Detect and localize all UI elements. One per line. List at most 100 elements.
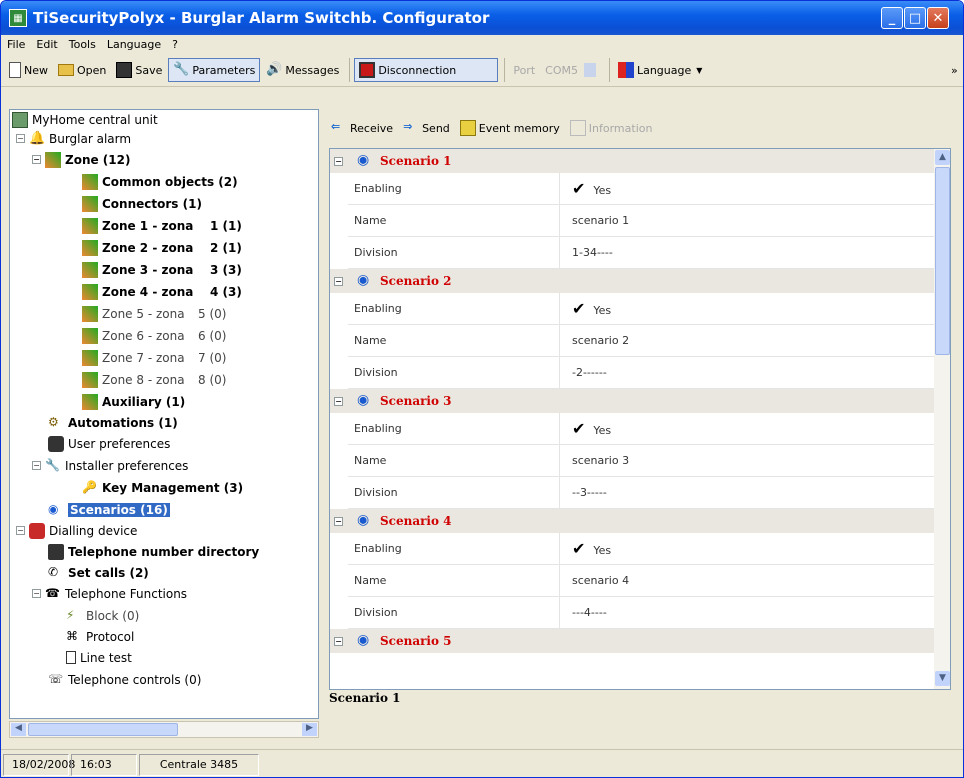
dropdown-arrow-icon (583, 63, 596, 77)
information-button[interactable]: Information (566, 116, 657, 140)
tree-item-root[interactable]: MyHome central unit (12, 110, 158, 129)
tree-item-set-calls[interactable]: ✆ Set calls (2) (48, 563, 149, 582)
collapse-icon[interactable]: − (334, 396, 343, 406)
property-row[interactable]: Division -2------ (348, 357, 934, 389)
scenario-icon: ◉ (48, 501, 59, 516)
tree-item-installer-preferences[interactable]: − 🔧 Installer preferences (32, 456, 188, 475)
scenario-division-value[interactable]: -2------ (560, 366, 607, 379)
tree-item-auxiliary[interactable]: Auxiliary (1) (82, 392, 185, 411)
tree-item-common-objects[interactable]: Common objects (2) (82, 172, 238, 191)
tree-item-zone-7[interactable]: Zone 7 - zona 7 (0) (82, 348, 308, 367)
parameters-button[interactable]: 🔧 Parameters (168, 58, 261, 82)
property-row[interactable]: Division --3----- (348, 477, 934, 509)
collapse-icon[interactable]: − (334, 276, 343, 286)
tree-item-zone-4[interactable]: Zone 4 - zona 4 (3) (82, 282, 308, 301)
new-label: New (24, 63, 48, 77)
collapse-icon[interactable]: − (334, 516, 343, 526)
disconnection-button[interactable]: Disconnection (354, 58, 499, 82)
property-row[interactable]: Name scenario 4 (348, 565, 934, 597)
collapse-icon[interactable]: − (32, 155, 41, 164)
property-row[interactable]: Division ---4---- (348, 597, 934, 629)
property-row[interactable]: Name scenario 1 (348, 205, 934, 237)
tree-item-automations[interactable]: ⚙ Automations (1) (48, 413, 178, 432)
tree-item-telephone-directory[interactable]: Telephone number directory (48, 542, 259, 561)
tree-item-key-management[interactable]: 🔑 Key Management (3) (82, 478, 243, 497)
tree-item-telephone-controls[interactable]: ☏ Telephone controls (0) (48, 670, 201, 689)
tree-item-connectors[interactable]: Connectors (1) (82, 194, 202, 213)
scenario-header[interactable]: − ◉ Scenario 3 (330, 389, 934, 413)
property-row[interactable]: Enabling ✔ Yes (348, 413, 934, 445)
property-row[interactable]: Enabling ✔ Yes (348, 533, 934, 565)
tree-item-zone-5[interactable]: Zone 5 - zona 5 (0) (82, 304, 308, 323)
tree-item-user-preferences[interactable]: User preferences (48, 434, 170, 453)
property-row[interactable]: Enabling ✔ Yes (348, 293, 934, 325)
scroll-thumb[interactable] (935, 167, 950, 355)
scenario-name-value[interactable]: scenario 1 (560, 214, 629, 227)
title-bar[interactable]: ▦ TiSecurityPolyx - Burglar Alarm Switch… (1, 1, 963, 35)
tree-item-zone-1[interactable]: Zone 1 - zona 1 (1) (82, 216, 308, 235)
scroll-thumb[interactable] (28, 723, 178, 736)
menu-language[interactable]: Language (107, 38, 161, 51)
menu-help[interactable]: ? (172, 38, 178, 51)
tree-item-dialling-device[interactable]: − Dialling device (16, 521, 137, 540)
scroll-right-icon[interactable]: ▶ (302, 723, 317, 736)
receive-button[interactable]: ⇐ Receive (327, 116, 397, 140)
tree-item-block[interactable]: ⚡ Block (0) (66, 606, 139, 625)
collapse-icon[interactable]: − (16, 134, 25, 143)
wrench-icon: 🔧 (45, 457, 60, 472)
close-button[interactable]: ✕ (927, 7, 949, 29)
scroll-left-icon[interactable]: ◀ (11, 723, 26, 736)
tree-item-zone-8[interactable]: Zone 8 - zona 8 (0) (82, 370, 308, 389)
tree-item-protocol[interactable]: ⌘ Protocol (66, 627, 134, 646)
language-button[interactable]: Language ▼ (614, 58, 706, 82)
minimize-button[interactable]: _ (881, 7, 903, 29)
tree-item-zone[interactable]: − Zone (12) (32, 150, 130, 169)
tree-item-burglar-alarm[interactable]: − 🔔 Burglar alarm (16, 129, 131, 148)
tree-item-zone-2[interactable]: Zone 2 - zona 2 (1) (82, 238, 308, 257)
tree-item-telephone-functions[interactable]: − ☎ Telephone Functions (32, 584, 187, 603)
scenario-header[interactable]: − ◉ Scenario 5 (330, 629, 934, 653)
scenario-header[interactable]: − ◉ Scenario 1 (330, 149, 934, 173)
collapse-icon[interactable]: − (32, 589, 41, 598)
scenario-division-value[interactable]: --3----- (560, 486, 607, 499)
property-row[interactable]: Division 1-34---- (348, 237, 934, 269)
dialler-icon (29, 522, 45, 539)
tree-item-line-test[interactable]: Line test (66, 648, 132, 667)
scenario-property-grid: − ◉ Scenario 1 Enabling ✔ Yes Name scenario 1… (329, 148, 951, 690)
zone-icon (82, 261, 98, 278)
tree-item-zone-6[interactable]: Zone 6 - zona 6 (0) (82, 326, 308, 345)
menu-file[interactable]: File (7, 38, 25, 51)
send-button[interactable]: ⇒ Send (399, 116, 454, 140)
property-row[interactable]: Enabling ✔ Yes (348, 173, 934, 205)
scroll-up-icon[interactable]: ▲ (935, 150, 950, 165)
property-row[interactable]: Name scenario 2 (348, 325, 934, 357)
scenario-header[interactable]: − ◉ Scenario 2 (330, 269, 934, 293)
grid-vertical-scrollbar[interactable]: ▲ ▼ (934, 149, 950, 689)
menu-tools[interactable]: Tools (69, 38, 96, 51)
scroll-down-icon[interactable]: ▼ (935, 671, 950, 686)
open-button[interactable]: Open (54, 58, 110, 82)
save-button[interactable]: Save (112, 58, 166, 82)
maximize-button[interactable]: □ (904, 7, 926, 29)
collapse-icon[interactable]: − (334, 156, 343, 166)
scenario-name-value[interactable]: scenario 4 (560, 574, 629, 587)
com-port-select[interactable]: COM5 (541, 58, 603, 82)
event-memory-button[interactable]: Event memory (456, 116, 564, 140)
collapse-icon[interactable]: − (32, 461, 41, 470)
collapse-icon[interactable]: − (334, 636, 343, 646)
scenario-header[interactable]: − ◉ Scenario 4 (330, 509, 934, 533)
messages-button[interactable]: 🔊 Messages (262, 58, 343, 82)
new-button[interactable]: New (5, 58, 52, 82)
collapse-icon[interactable]: − (16, 526, 25, 535)
scenario-name-value[interactable]: scenario 3 (560, 454, 629, 467)
tree-item-scenarios[interactable]: ◉ Scenarios (16) (48, 500, 170, 519)
scenario-division-value[interactable]: 1-34---- (560, 246, 613, 259)
toolbar-overflow-button[interactable]: » (951, 64, 958, 77)
menu-edit[interactable]: Edit (36, 38, 57, 51)
tree-item-zone-3[interactable]: Zone 3 - zona 3 (3) (82, 260, 308, 279)
scenario-name-value[interactable]: scenario 2 (560, 334, 629, 347)
scenario-division-value[interactable]: ---4---- (560, 606, 607, 619)
zone-icon (82, 327, 98, 344)
property-row[interactable]: Name scenario 3 (348, 445, 934, 477)
tree-horizontal-scrollbar[interactable]: ◀ ▶ (9, 721, 319, 738)
